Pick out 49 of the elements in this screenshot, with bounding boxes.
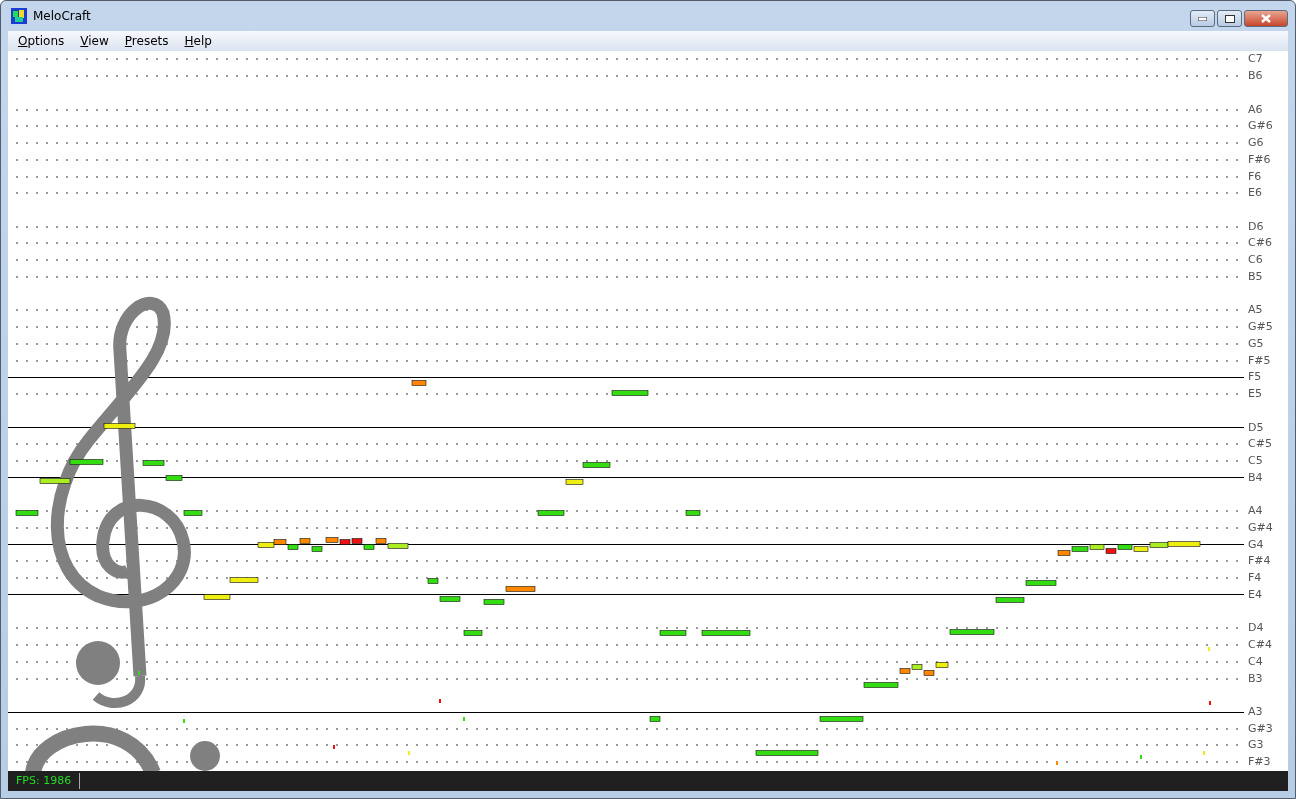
note-label: G#5: [1247, 321, 1274, 334]
note-label: C4: [1247, 655, 1264, 668]
note-label: C6: [1247, 254, 1264, 267]
note-label: A3: [1247, 706, 1264, 718]
note-label: A5: [1247, 304, 1264, 317]
note-label: B3: [1247, 672, 1264, 685]
window-title: MeloCraft: [33, 9, 91, 23]
note-label: F#5: [1247, 354, 1272, 367]
maximize-button[interactable]: [1217, 10, 1242, 27]
note-label: A4: [1247, 505, 1264, 518]
note-label: D6: [1247, 220, 1265, 233]
fps-counter: FPS: 1986: [16, 773, 81, 789]
note-label: G6: [1247, 137, 1265, 150]
minimize-button[interactable]: [1190, 10, 1215, 27]
note-label: G4: [1247, 538, 1265, 551]
close-icon: [1261, 14, 1271, 23]
note-label: F#6: [1247, 153, 1272, 166]
note-label: C#5: [1247, 438, 1273, 451]
note-label: G#4: [1247, 521, 1274, 534]
menu-item[interactable]: Presets: [116, 34, 177, 48]
note-label: G5: [1247, 337, 1265, 350]
note-label: C5: [1247, 455, 1264, 467]
note-label: E6: [1247, 187, 1263, 200]
note-label: G3: [1247, 739, 1265, 752]
menu-item[interactable]: Options: [10, 34, 73, 48]
note-label: C7: [1247, 53, 1264, 66]
note-label: F4: [1247, 572, 1263, 585]
note-label: F#4: [1247, 555, 1272, 568]
minimize-icon: [1198, 16, 1207, 21]
note-label: B4: [1247, 471, 1264, 484]
note-label: G#3: [1247, 722, 1274, 735]
note-label: A6: [1247, 103, 1264, 116]
note-label: F#3: [1247, 756, 1272, 769]
menu-item[interactable]: Help: [176, 34, 220, 48]
close-button[interactable]: [1244, 10, 1288, 27]
note-label: B6: [1247, 70, 1264, 83]
note-label: E4: [1247, 588, 1263, 601]
note-label: F5: [1247, 371, 1263, 384]
note-label: C#4: [1247, 639, 1273, 652]
app-logo-icon: [11, 8, 27, 24]
note-label: D4: [1247, 622, 1265, 635]
maximize-icon: [1224, 14, 1235, 23]
note-label: G#6: [1247, 120, 1274, 133]
note-label: F6: [1247, 170, 1263, 183]
menu-item[interactable]: View: [72, 34, 117, 48]
note-label: E5: [1247, 388, 1263, 401]
note-label: B5: [1247, 270, 1264, 283]
note-label: D5: [1247, 421, 1265, 434]
note-label: C#6: [1247, 237, 1273, 250]
